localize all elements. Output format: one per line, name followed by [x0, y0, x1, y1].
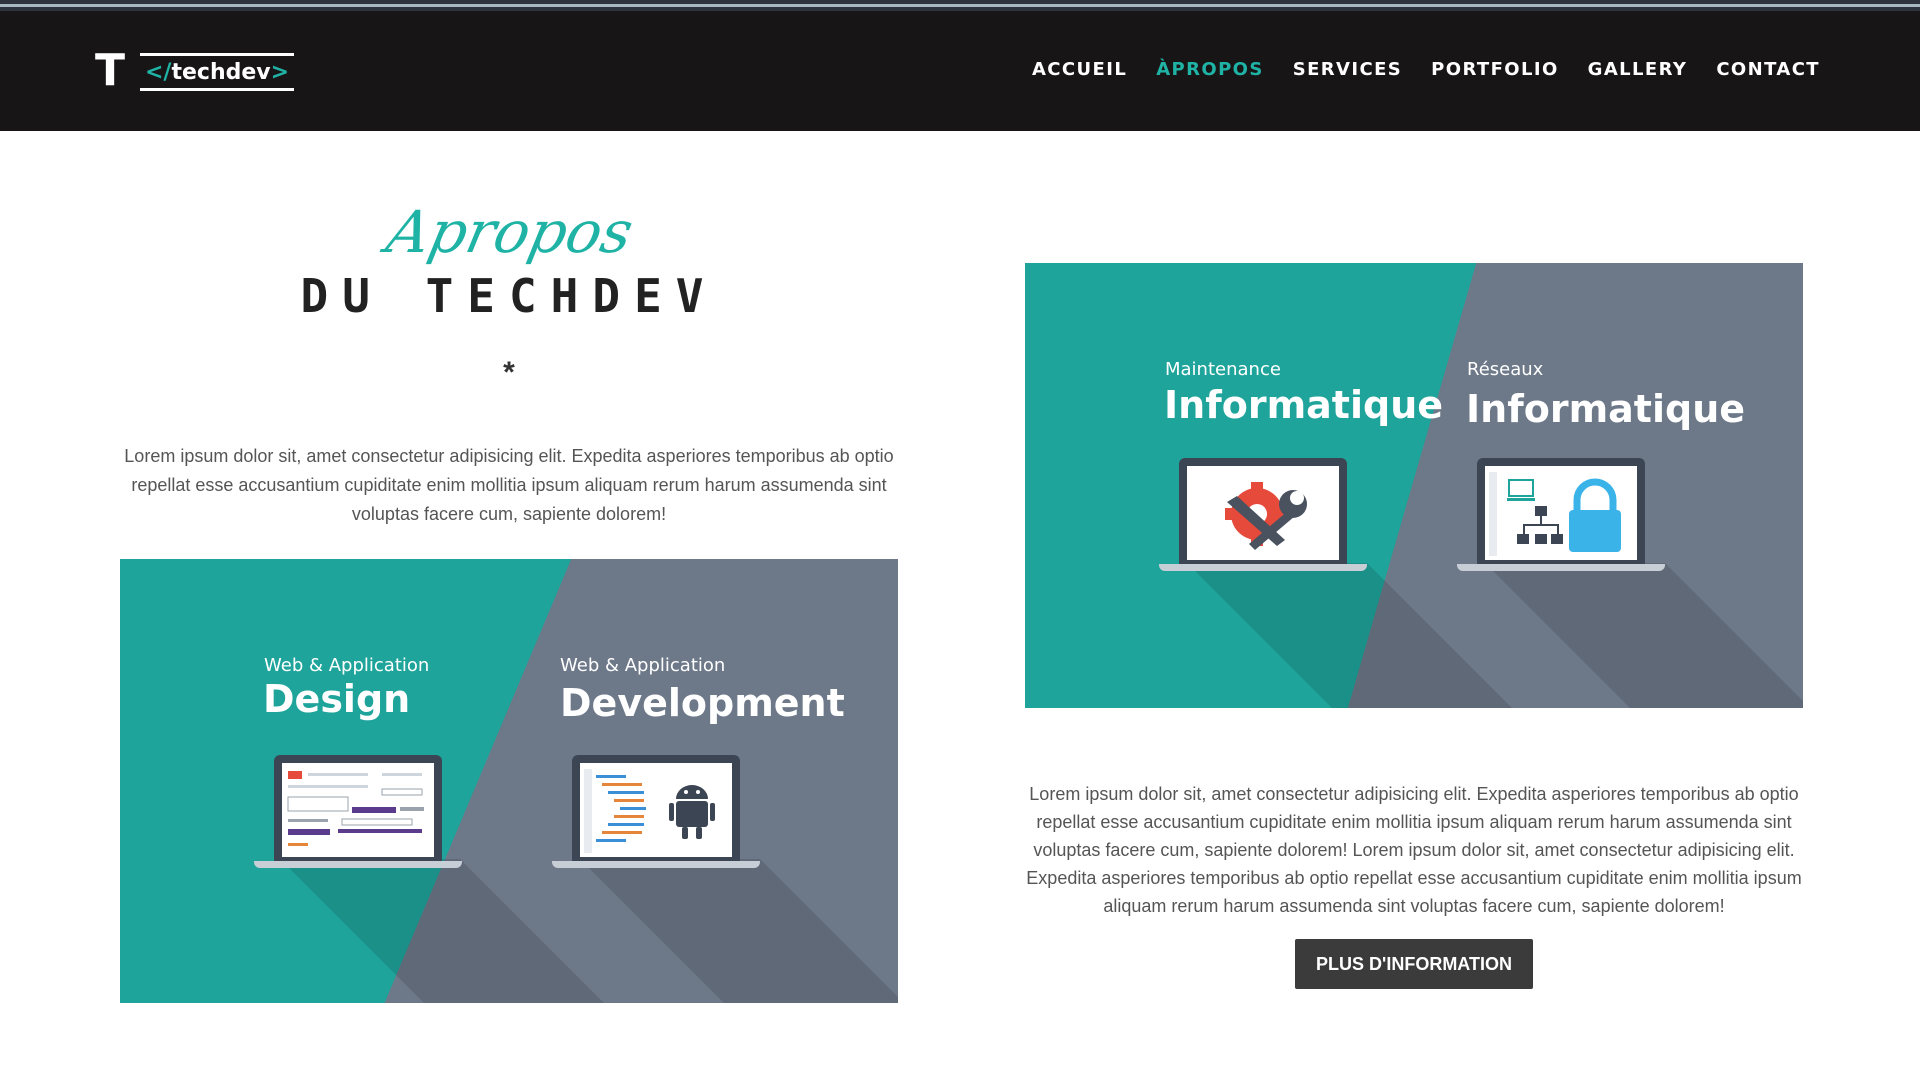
android-code-screen-icon: [552, 755, 762, 875]
navbar: T </ techdev > ACCUEIL ÀPROPOS SERVICES …: [0, 11, 1920, 131]
section-script-title: Apropos: [381, 198, 639, 266]
reseaux-title: Informatique: [1466, 387, 1746, 431]
logo-name: techdev: [171, 59, 271, 85]
network-screen-illustration: [1489, 472, 1621, 556]
nav-accueil[interactable]: ACCUEIL: [1032, 59, 1127, 80]
gear-wrench-icon: [1159, 458, 1369, 578]
nav-gallery[interactable]: GALLERY: [1588, 59, 1688, 80]
about-intro-text: Lorem ipsum dolor sit, amet consectetur …: [124, 446, 894, 524]
services-banner-web: Web & Application Design Web & Applicati…: [120, 559, 898, 1003]
design-screen-illustration: [287, 771, 424, 846]
logo-letter: T: [95, 45, 126, 96]
logo-wordmark: </ techdev >: [140, 53, 295, 91]
logo-open-bracket: </: [145, 59, 172, 85]
development-subtitle: Web & Application: [560, 655, 726, 676]
details-text: Lorem ipsum dolor sit, amet consectetur …: [1026, 784, 1802, 916]
nav-contact[interactable]: CONTACT: [1716, 59, 1820, 80]
top-border: [0, 0, 1920, 11]
maintenance-subtitle: Maintenance: [1165, 359, 1281, 380]
network-lock-icon: [1457, 458, 1667, 578]
laptop-shadow: [580, 859, 898, 1003]
logo-close-bracket: >: [270, 59, 290, 85]
nav-apropos[interactable]: ÀPROPOS: [1156, 59, 1264, 80]
reseaux-subtitle: Réseaux: [1467, 359, 1544, 380]
development-screen-illustration: [584, 769, 715, 853]
laptop-shadow: [1485, 563, 1803, 708]
development-title: Development: [560, 681, 845, 725]
main-nav: ACCUEIL ÀPROPOS SERVICES PORTFOLIO GALLE…: [1032, 59, 1820, 80]
maintenance-title: Informatique: [1164, 383, 1444, 427]
design-title: Design: [263, 677, 411, 721]
nav-services[interactable]: SERVICES: [1293, 59, 1402, 80]
section-title: DU TECHDEV: [300, 269, 718, 323]
nav-portfolio[interactable]: PORTFOLIO: [1431, 59, 1559, 80]
title-divider: *: [503, 356, 515, 389]
maintenance-screen-illustration: [1225, 482, 1307, 550]
more-info-button[interactable]: PLUS D'INFORMATION: [1295, 939, 1533, 989]
services-banner-it: Maintenance Informatique Réseaux Informa…: [1025, 263, 1803, 708]
design-subtitle: Web & Application: [264, 655, 430, 676]
web-design-screen-icon: [254, 755, 464, 875]
